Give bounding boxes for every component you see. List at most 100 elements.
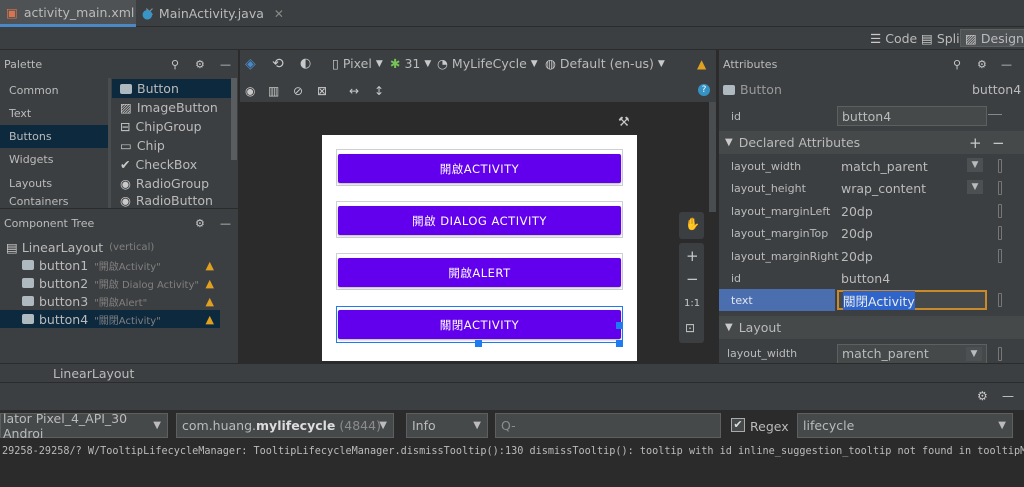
- preview-button-3[interactable]: 開啟ALERT: [338, 258, 621, 287]
- minimize-icon[interactable]: —: [1001, 58, 1012, 71]
- minimize-icon[interactable]: —: [1002, 389, 1014, 403]
- minimize-icon[interactable]: —: [220, 58, 231, 71]
- add-icon[interactable]: +: [969, 134, 982, 152]
- palette-category-containers[interactable]: Containers: [0, 195, 110, 208]
- eye-icon[interactable]: ◉: [245, 84, 255, 98]
- blueprint-icon[interactable]: ▥: [268, 84, 279, 98]
- palette-item-chip[interactable]: ▭ Chip: [112, 136, 232, 155]
- warning-icon[interactable]: ▲: [206, 277, 214, 290]
- search-icon[interactable]: ⚲: [953, 58, 961, 71]
- api-selector[interactable]: ✱ 31 ▼: [390, 56, 431, 71]
- gear-icon[interactable]: ⚙: [977, 58, 987, 71]
- margin-right-input[interactable]: 20dp: [837, 246, 987, 266]
- canvas-scrollbar[interactable]: [709, 102, 716, 212]
- tree-row-label: button3: [39, 293, 89, 309]
- regex-checkbox[interactable]: ✔: [731, 418, 745, 432]
- palette-category-widgets[interactable]: Widgets: [0, 148, 110, 171]
- palette-scrollbar[interactable]: [231, 78, 237, 160]
- palette-item-chipgroup[interactable]: ⊟ ChipGroup: [112, 117, 232, 136]
- zoom-in-icon[interactable]: +: [686, 247, 699, 265]
- id-input[interactable]: button4: [837, 106, 987, 126]
- palette-item-radiogroup[interactable]: ◉ RadioGroup: [112, 174, 232, 193]
- preview-button-4[interactable]: 關閉ACTIVITY: [338, 310, 621, 339]
- attr-name: layout_marginTop: [731, 226, 829, 240]
- tab-activity-main[interactable]: ▣ activity_main.xml ✕: [0, 0, 154, 27]
- theme-selector[interactable]: ◔ MyLifeCycle ▼: [437, 56, 538, 71]
- resize-handle-bottom[interactable]: [475, 340, 482, 347]
- palette-item-imagebutton[interactable]: ▨ ImageButton: [112, 98, 232, 117]
- night-mode-icon[interactable]: ◐: [300, 56, 311, 71]
- breadcrumb[interactable]: LinearLayout: [53, 366, 134, 381]
- warning-icon[interactable]: ▲: [206, 259, 214, 272]
- palette-item-label: RadioButton: [135, 193, 213, 208]
- gear-icon[interactable]: ⚙: [195, 58, 205, 71]
- tree-row-linearlayout[interactable]: ▤ LinearLayout (vertical): [0, 238, 220, 256]
- wrench-icon[interactable]: ⚒: [618, 115, 630, 130]
- layers-icon[interactable]: ◈: [245, 56, 256, 72]
- layout-width-2-dropdown[interactable]: match_parent ▼: [837, 344, 987, 363]
- warning-icon[interactable]: ▲: [697, 57, 706, 71]
- tree-row-button4[interactable]: button4 "關閉Activity" ▲: [0, 310, 220, 328]
- preview-button-1[interactable]: 開啟ACTIVITY: [338, 154, 621, 183]
- margin-vertical-icon[interactable]: ↕: [374, 84, 384, 98]
- device-dropdown[interactable]: lator Pixel_4_API_30 Androi ▼: [0, 411, 168, 441]
- tree-row-button3[interactable]: button3 "開啟Alert" ▲: [0, 292, 220, 310]
- gear-icon[interactable]: ⚙: [977, 389, 988, 403]
- attr-value: match_parent: [841, 158, 928, 174]
- magnet-off-icon[interactable]: ⊘: [293, 84, 303, 98]
- resource-picker-icon[interactable]: [998, 293, 1002, 307]
- filter-dropdown[interactable]: lifecycle ▼: [797, 413, 1013, 438]
- resource-picker-icon[interactable]: [998, 226, 1002, 240]
- tab-main-activity[interactable]: ● MainActivity.java ✕: [136, 0, 284, 27]
- zoom-out-icon[interactable]: −: [686, 270, 699, 288]
- zoom-fit-icon[interactable]: ⊡: [685, 321, 695, 335]
- palette-item-radiobutton[interactable]: ◉ RadioButton: [112, 193, 232, 208]
- margin-top-input[interactable]: 20dp: [837, 223, 987, 243]
- tree-row-button2[interactable]: button2 "開啟 Dialog Activity" ▲: [0, 274, 220, 292]
- layout-height-dropdown[interactable]: wrap_content ▼: [837, 178, 987, 198]
- palette-category-common[interactable]: Common: [0, 79, 110, 102]
- layout-width-dropdown[interactable]: match_parent ▼: [837, 156, 987, 176]
- resize-handle-corner[interactable]: [616, 340, 623, 347]
- margin-left-input[interactable]: 20dp: [837, 201, 987, 221]
- text-input[interactable]: 關閉Activity: [837, 290, 987, 310]
- code-mode-button[interactable]: ☰ Code: [866, 29, 921, 47]
- resource-picker-icon[interactable]: [998, 181, 1002, 195]
- resource-picker-icon[interactable]: [998, 204, 1002, 218]
- search-icon[interactable]: ⚲: [171, 58, 179, 71]
- device-selector[interactable]: ▯ Pixel ▼: [332, 56, 383, 71]
- margin-horizontal-icon[interactable]: ↔: [349, 84, 359, 98]
- palette-item-label: RadioGroup: [135, 176, 210, 191]
- process-dropdown[interactable]: com.huang.mylifecycle (4844) ▼: [176, 413, 394, 438]
- resize-handle-right[interactable]: [616, 322, 623, 329]
- design-mode-button[interactable]: ▨ Design: [960, 29, 1024, 47]
- layout-section-header[interactable]: ▼ Layout: [719, 316, 1024, 339]
- resource-picker-icon[interactable]: [998, 159, 1002, 173]
- remove-icon[interactable]: −: [992, 134, 1005, 152]
- minimize-icon[interactable]: —: [220, 217, 231, 230]
- pan-tool[interactable]: ✋: [679, 212, 704, 239]
- tree-row-button1[interactable]: button1 "開啟Activity" ▲: [0, 256, 220, 274]
- orientation-icon[interactable]: ⟲: [272, 56, 284, 72]
- gear-icon[interactable]: ⚙: [195, 217, 205, 230]
- declared-attributes-header[interactable]: ▼ Declared Attributes + −: [719, 131, 1024, 154]
- help-icon[interactable]: ?: [698, 84, 710, 96]
- palette-category-text[interactable]: Text: [0, 102, 110, 125]
- log-level-dropdown[interactable]: Info ▼: [406, 413, 488, 438]
- process-pkg-prefix: com.huang.: [182, 418, 257, 433]
- close-icon[interactable]: ✕: [274, 7, 284, 21]
- warning-icon[interactable]: ▲: [206, 295, 214, 308]
- log-search-input[interactable]: Q-: [495, 413, 721, 438]
- resource-picker-icon[interactable]: [998, 249, 1002, 263]
- clear-constraints-icon[interactable]: ⊠: [317, 84, 327, 98]
- palette-item-button[interactable]: Button: [112, 79, 232, 98]
- palette-item-checkbox[interactable]: ✔ CheckBox: [112, 155, 232, 174]
- palette-category-layouts[interactable]: Layouts: [0, 172, 110, 195]
- palette-category-buttons[interactable]: Buttons: [0, 125, 110, 148]
- preview-button-2[interactable]: 開啟 DIALOG ACTIVITY: [338, 206, 621, 235]
- zoom-actual-size[interactable]: 1:1: [684, 298, 700, 309]
- locale-selector[interactable]: ◍ Default (en-us) ▼: [545, 56, 665, 71]
- resource-picker-icon[interactable]: [998, 346, 1002, 361]
- id-declared-input[interactable]: button4: [837, 268, 987, 288]
- warning-icon[interactable]: ▲: [206, 313, 214, 326]
